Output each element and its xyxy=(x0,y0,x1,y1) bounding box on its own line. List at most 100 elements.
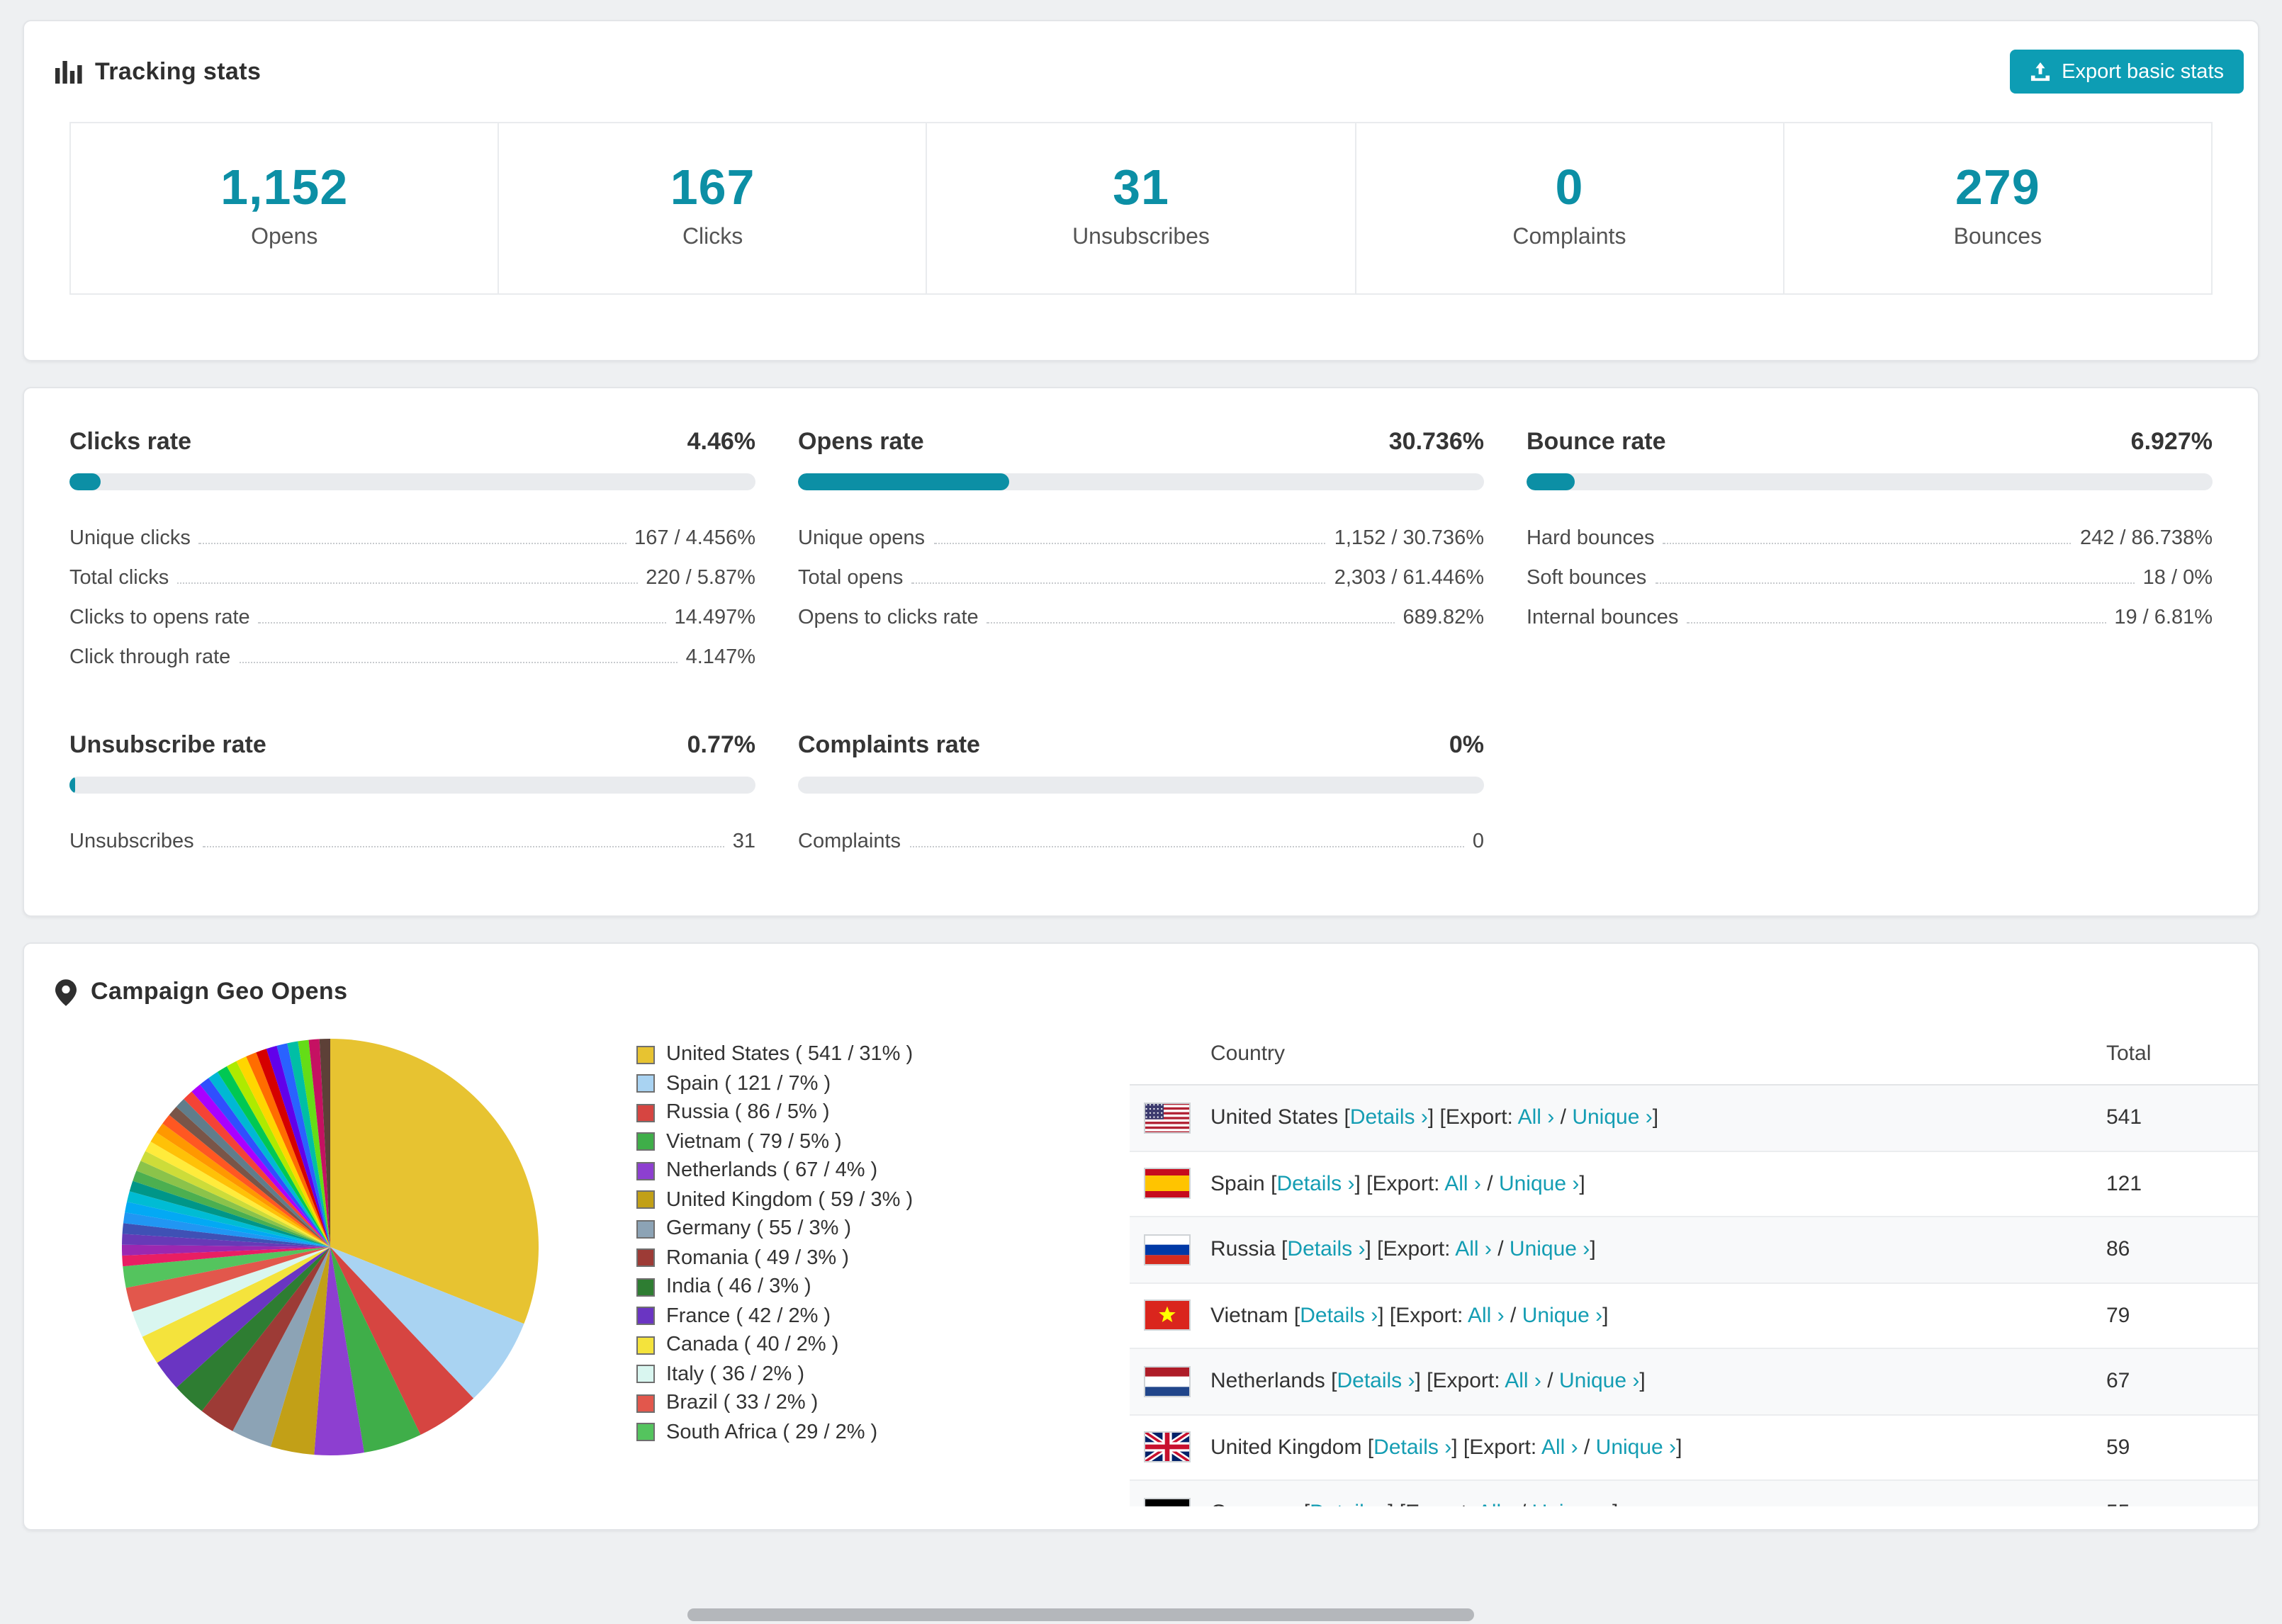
export-basic-stats-button[interactable]: Export basic stats xyxy=(2009,50,2244,94)
rate-title: Bounce rate xyxy=(1527,428,1666,455)
geo-pie-chart xyxy=(24,1020,636,1506)
legend-label: France ( 42 / 2% ) xyxy=(666,1304,831,1328)
legend-label: Romania ( 49 / 3% ) xyxy=(666,1246,849,1270)
rate-title: Complaints rate xyxy=(798,731,980,758)
stat-row: Total clicks 220 / 5.87% xyxy=(69,550,755,590)
details-link[interactable]: Details › xyxy=(1300,1304,1378,1328)
table-header-row: Country Total xyxy=(1130,1023,2258,1086)
rate-title: Opens rate xyxy=(798,428,924,455)
stat-label: Soft bounces xyxy=(1527,567,1647,590)
stat-label: Complaints xyxy=(798,830,901,853)
export-all-link[interactable]: All › xyxy=(1468,1304,1505,1328)
stat-label: Unique clicks xyxy=(69,527,191,550)
dotted-leader xyxy=(909,846,1464,847)
export-unique-link[interactable]: Unique › xyxy=(1559,1370,1639,1394)
stat-row: Hard bounces 242 / 86.738% xyxy=(1527,510,2213,550)
progress-fill xyxy=(69,777,75,794)
country-column-header: Country xyxy=(1210,1042,1286,1066)
export-unique-link[interactable]: Unique › xyxy=(1532,1501,1612,1507)
stat-value: 0 xyxy=(1472,830,1484,853)
country-flag-icon xyxy=(1130,1234,1210,1265)
export-icon xyxy=(2029,62,2050,81)
country-name: Spain xyxy=(1210,1171,1265,1196)
table-row: Vietnam [Details ›] [Export: All › / Uni… xyxy=(1130,1283,2258,1349)
progress-fill xyxy=(69,473,101,490)
country-total: 67 xyxy=(2106,1369,2130,1394)
country-total: 86 xyxy=(2106,1237,2130,1262)
stat-row: Unsubscribes 31 xyxy=(69,813,755,853)
dotted-leader xyxy=(198,543,626,544)
stat-label: Hard bounces xyxy=(1527,527,1655,550)
export-all-link[interactable]: All › xyxy=(1518,1106,1555,1130)
rate-value: 0% xyxy=(1449,731,1484,758)
details-link[interactable]: Details › xyxy=(1350,1106,1428,1130)
details-link[interactable]: Details › xyxy=(1310,1501,1388,1507)
legend-swatch xyxy=(636,1423,655,1442)
stat-value: 14.497% xyxy=(674,607,756,629)
stat-row: Unique opens 1,152 / 30.736% xyxy=(798,510,1484,550)
details-link[interactable]: Details › xyxy=(1337,1370,1415,1394)
stat-box-complaints: 0 Complaints xyxy=(1354,123,1782,293)
rate-section-complaints: Complaints rate 0% Complaints 0 xyxy=(798,731,1484,853)
rate-section-bounce: Bounce rate 6.927% Hard bounces 242 / 86.… xyxy=(1527,428,2213,669)
legend-swatch xyxy=(636,1307,655,1326)
details-link[interactable]: Details › xyxy=(1287,1238,1365,1262)
export-unique-link[interactable]: Unique › xyxy=(1522,1304,1602,1328)
stat-value: 31 xyxy=(1113,160,1169,215)
stat-row: Complaints 0 xyxy=(798,813,1484,853)
progress-bar xyxy=(69,777,755,794)
country-total: 121 xyxy=(2106,1171,2142,1196)
rates-card: Clicks rate 4.46% Unique clicks 167 / 4.4… xyxy=(23,387,2259,917)
stat-row: Unique clicks 167 / 4.456% xyxy=(69,510,755,550)
export-all-link[interactable]: All › xyxy=(1478,1501,1514,1507)
map-pin-icon xyxy=(55,979,77,1005)
export-unique-link[interactable]: Unique › xyxy=(1596,1436,1676,1460)
export-unique-link[interactable]: Unique › xyxy=(1572,1106,1652,1130)
details-link[interactable]: Details › xyxy=(1373,1436,1451,1460)
legend-swatch xyxy=(636,1132,655,1151)
legend-label: United States ( 541 / 31% ) xyxy=(666,1043,914,1066)
legend-item: Netherlands ( 67 / 4% ) xyxy=(636,1156,1130,1185)
legend-swatch xyxy=(636,1394,655,1413)
stat-value: 167 / 4.456% xyxy=(634,527,755,550)
export-all-link[interactable]: All › xyxy=(1505,1370,1541,1394)
legend-item: United States ( 541 / 31% ) xyxy=(636,1040,1130,1069)
page: Tracking stats Export basic stats 1,152 … xyxy=(0,0,2282,1624)
country-name: Russia xyxy=(1210,1237,1276,1262)
export-unique-link[interactable]: Unique › xyxy=(1499,1172,1579,1196)
stat-label: Total opens xyxy=(798,567,904,590)
legend-swatch xyxy=(636,1336,655,1355)
export-unique-link[interactable]: Unique › xyxy=(1510,1238,1590,1262)
legend-item: Brazil ( 33 / 2% ) xyxy=(636,1389,1130,1418)
legend-label: South Africa ( 29 / 2% ) xyxy=(666,1421,878,1444)
rate-value: 30.736% xyxy=(1388,428,1484,455)
table-row: Spain [Details ›] [Export: All › / Uniqu… xyxy=(1130,1151,2258,1217)
export-all-link[interactable]: All › xyxy=(1455,1238,1492,1262)
country-flag-icon xyxy=(1130,1431,1210,1463)
legend-swatch xyxy=(636,1278,655,1297)
page-title: Tracking stats xyxy=(95,57,262,84)
stat-box-unsubscribes: 31 Unsubscribes xyxy=(926,123,1354,293)
country-name: Netherlands xyxy=(1210,1369,1325,1394)
details-link[interactable]: Details › xyxy=(1276,1172,1354,1196)
stat-row: Soft bounces 18 / 0% xyxy=(1527,550,2213,590)
dotted-leader xyxy=(1655,582,2135,584)
export-all-link[interactable]: All › xyxy=(1541,1436,1578,1460)
country-total: 541 xyxy=(2106,1105,2142,1130)
stat-label: Clicks xyxy=(682,225,743,249)
legend-label: United Kingdom ( 59 / 3% ) xyxy=(666,1188,914,1212)
legend-swatch xyxy=(636,1074,655,1093)
pie-legend: United States ( 541 / 31% ) Spain ( 121 /… xyxy=(636,1020,1130,1506)
export-all-link[interactable]: All › xyxy=(1444,1172,1481,1196)
stat-box-clicks: 167 Clicks xyxy=(498,123,926,293)
rate-title: Unsubscribe rate xyxy=(69,731,266,758)
stat-value: 220 / 5.87% xyxy=(646,567,755,590)
stat-label: Total clicks xyxy=(69,567,169,590)
dotted-leader xyxy=(987,622,1395,624)
legend-item: Canada ( 40 / 2% ) xyxy=(636,1331,1130,1360)
legend-item: Russia ( 86 / 5% ) xyxy=(636,1098,1130,1127)
legend-label: Vietnam ( 79 / 5% ) xyxy=(666,1130,842,1154)
horizontal-scrollbar-thumb[interactable] xyxy=(687,1608,1474,1621)
stat-label: Internal bounces xyxy=(1527,607,1679,629)
geo-card-header: Campaign Geo Opens xyxy=(24,978,2258,1006)
